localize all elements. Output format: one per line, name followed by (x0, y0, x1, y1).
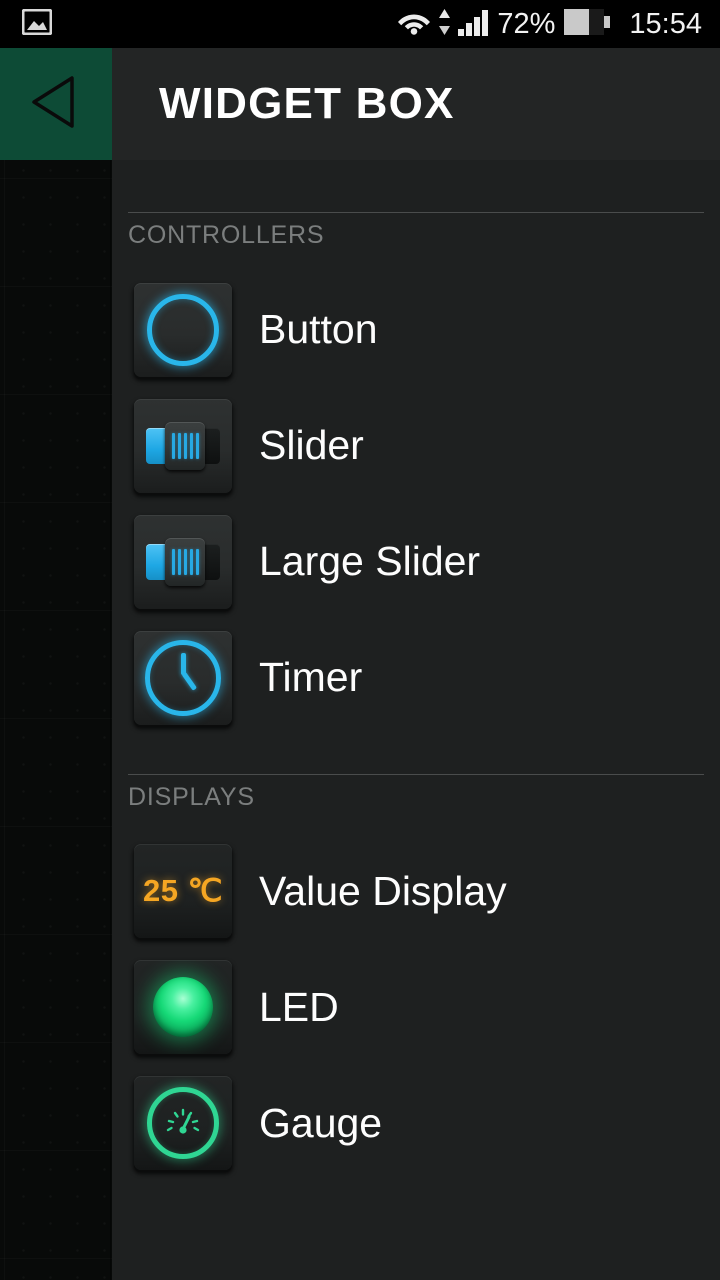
section-displays: DISPLAYS 25 ℃ Value Display LED Gauge (112, 736, 720, 1242)
status-bar: 72% 15:54 (0, 0, 720, 48)
list-item-led[interactable]: LED (112, 949, 720, 1065)
slider-graphic (146, 421, 220, 470)
gauge-icon (134, 1076, 232, 1170)
list-item-value-display[interactable]: 25 ℃ Value Display (112, 833, 720, 949)
list-item-gauge[interactable]: Gauge (112, 1065, 720, 1181)
section-controllers: CONTROLLERS Button Slider Large Slider T… (112, 160, 720, 736)
data-transfer-arrows-icon (438, 8, 451, 41)
status-bar-clock: 15:54 (629, 7, 702, 40)
grip-line (189, 548, 193, 575)
grip-line (195, 432, 199, 459)
grip-line (189, 432, 193, 459)
value-display-text: 25 ℃ (143, 873, 223, 908)
grip-line (177, 432, 181, 459)
grip-line (183, 548, 187, 575)
image-gallery-icon (21, 8, 53, 40)
section-title-controllers: CONTROLLERS (128, 221, 325, 249)
clock-hand-minute (180, 671, 197, 691)
status-bar-left (0, 8, 53, 40)
grip-line (177, 548, 181, 575)
list-item-large-slider[interactable]: Large Slider (112, 504, 720, 620)
led-lamp (153, 977, 213, 1037)
list-item-label: Gauge (259, 1099, 383, 1146)
list-item-label: Button (259, 306, 378, 352)
app-screen: 72% 15:54 WIDGET BOX CONTROLLERS Button … (0, 0, 720, 1280)
slider-handle (165, 421, 205, 470)
app-header: WIDGET BOX (112, 48, 720, 160)
page-title: WIDGET BOX (159, 79, 455, 128)
grip-line (171, 548, 175, 575)
widget-list-panel: CONTROLLERS Button Slider Large Slider T… (112, 160, 720, 1280)
list-item-label: Timer (259, 654, 363, 700)
grip-line (171, 432, 175, 459)
cellular-signal-icon (458, 8, 490, 41)
slider-handle (165, 537, 205, 586)
controllers-rows: Button Slider Large Slider Timer (112, 250, 720, 736)
wifi-icon (397, 8, 431, 40)
battery-icon (564, 8, 611, 40)
list-item-label: LED (259, 983, 339, 1030)
clock-face (145, 639, 221, 716)
list-item-slider[interactable]: Slider (112, 388, 720, 504)
battery-percent-label: 72% (497, 7, 556, 40)
back-triangle-icon (27, 74, 85, 135)
background-canvas-strip (0, 48, 112, 1280)
clock-icon (134, 630, 232, 725)
slider-icon (134, 398, 232, 493)
grip-line (183, 432, 187, 459)
displays-rows: 25 ℃ Value Display LED Gauge (112, 811, 720, 1181)
ring-shape (147, 293, 219, 366)
grip-line (195, 548, 199, 575)
section-title-displays: DISPLAYS (128, 782, 255, 811)
list-item-timer[interactable]: Timer (112, 620, 720, 736)
panel-bottom-padding (112, 1181, 720, 1241)
slider-graphic (146, 537, 220, 586)
led-icon (134, 960, 232, 1054)
back-button[interactable] (0, 48, 112, 160)
large-slider-icon (134, 514, 232, 609)
list-item-label: Large Slider (259, 538, 481, 584)
button-ring-icon (134, 282, 232, 377)
list-item-label: Slider (259, 422, 364, 468)
gauge-dial (147, 1087, 219, 1159)
status-bar-right: 72% 15:54 (397, 8, 720, 41)
value-display-icon: 25 ℃ (134, 844, 232, 938)
list-item-button[interactable]: Button (112, 272, 720, 388)
list-item-label: Value Display (259, 867, 507, 914)
